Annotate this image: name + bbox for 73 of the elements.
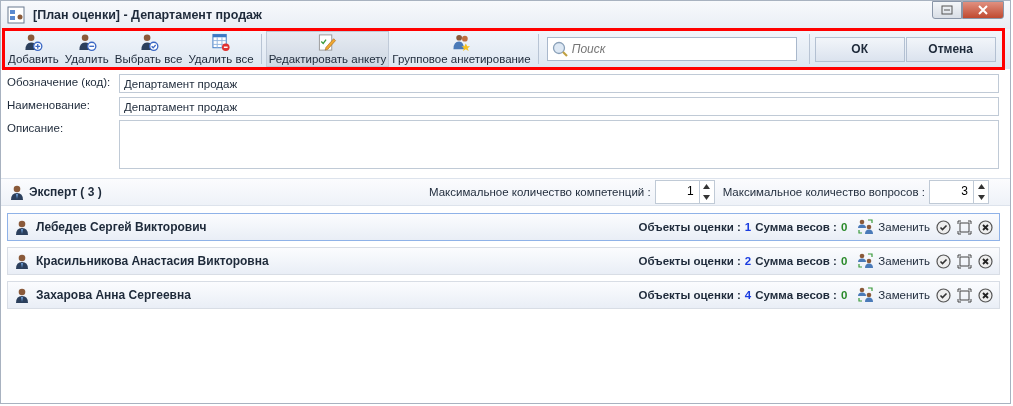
search-icon bbox=[551, 41, 568, 57]
stat-label: Сумма весов : bbox=[755, 221, 837, 233]
restore-button[interactable] bbox=[932, 1, 962, 19]
table-delete-icon bbox=[211, 33, 231, 52]
close-circle-icon[interactable] bbox=[978, 253, 993, 269]
toolbar-button[interactable]: Групповое анкетирование bbox=[389, 31, 534, 67]
person-remove-icon bbox=[76, 33, 97, 52]
up-arrow-icon[interactable] bbox=[703, 184, 711, 189]
field-label: Обозначение (код): bbox=[7, 75, 112, 88]
stat-value: 1 bbox=[744, 221, 752, 233]
toolbar-button[interactable]: Добавить bbox=[5, 31, 62, 67]
person-icon bbox=[14, 219, 30, 235]
replace-button[interactable]: Заменить bbox=[857, 287, 930, 303]
person-icon bbox=[9, 184, 25, 200]
expert-row[interactable]: Красильникова Анастасия Викторовна Объекты оценки : 2 Сумма весов : 0 Заменить bbox=[7, 247, 1000, 275]
expand-icon[interactable] bbox=[957, 287, 972, 303]
text-field[interactable]: Департамент продаж bbox=[119, 74, 999, 93]
document-pencil-icon bbox=[317, 33, 338, 52]
expert-row[interactable]: Захарова Анна Сергеевна Объекты оценки : 4 Сумма весов : 0 Заменить bbox=[7, 281, 1000, 309]
expand-icon[interactable] bbox=[957, 219, 972, 235]
people-swap-icon bbox=[857, 219, 876, 235]
check-circle-icon[interactable] bbox=[936, 253, 951, 269]
stat-value: 0 bbox=[840, 289, 848, 301]
stat-value: 2 bbox=[744, 255, 752, 267]
dialog-button[interactable]: ОК bbox=[814, 36, 905, 62]
replace-button[interactable]: Заменить bbox=[857, 253, 930, 269]
people-swap-icon bbox=[857, 287, 876, 303]
person-check-icon bbox=[138, 33, 159, 52]
people-star-icon bbox=[451, 33, 472, 52]
stat-value: 4 bbox=[744, 289, 752, 301]
replace-button[interactable]: Заменить bbox=[857, 219, 930, 235]
expand-icon[interactable] bbox=[957, 253, 972, 269]
close-circle-icon[interactable] bbox=[978, 287, 993, 303]
section-title: Эксперт ( 3 ) bbox=[29, 185, 102, 199]
search-field[interactable]: Поиск bbox=[546, 37, 797, 61]
person-icon bbox=[14, 253, 30, 269]
restore-icon bbox=[941, 5, 953, 15]
up-arrow-icon[interactable] bbox=[977, 184, 985, 189]
text-field[interactable]: Департамент продаж bbox=[119, 97, 999, 116]
dialog-button[interactable]: Отмена bbox=[905, 36, 996, 62]
stat-value: 0 bbox=[840, 221, 848, 233]
stat-label: Сумма весов : bbox=[755, 255, 837, 267]
expert-row[interactable]: Лебедев Сергей Викторович Объекты оценки : 1 Сумма весов : 0 Заменить bbox=[7, 213, 1000, 241]
stat-value: 0 bbox=[840, 255, 848, 267]
stat-label: Объекты оценки : bbox=[638, 289, 741, 301]
people-swap-icon bbox=[857, 253, 876, 269]
number-spinner[interactable]: 3 bbox=[929, 180, 989, 204]
down-arrow-icon[interactable] bbox=[977, 195, 985, 200]
field-label: Наименование: bbox=[7, 98, 91, 111]
toolbar-button[interactable]: Удалить все bbox=[185, 31, 257, 67]
close-circle-icon[interactable] bbox=[978, 219, 993, 235]
spinner-label: Максимальное количество компетенций : bbox=[429, 186, 651, 198]
check-circle-icon[interactable] bbox=[936, 287, 951, 303]
close-icon bbox=[977, 5, 989, 15]
app-icon bbox=[7, 6, 25, 24]
person-icon bbox=[14, 287, 30, 303]
spinner-label: Максимальное количество вопросов : bbox=[722, 186, 925, 198]
number-spinner[interactable]: 1 bbox=[654, 180, 715, 204]
toolbar-button[interactable]: Удалить bbox=[61, 31, 112, 67]
stat-label: Объекты оценки : bbox=[638, 221, 741, 233]
window-title: [План оценки] - Департамент продаж bbox=[33, 8, 262, 22]
check-circle-icon[interactable] bbox=[936, 219, 951, 235]
stat-label: Сумма весов : bbox=[755, 289, 837, 301]
stat-label: Объекты оценки : bbox=[638, 255, 741, 267]
down-arrow-icon[interactable] bbox=[703, 195, 711, 200]
field-label: Описание: bbox=[7, 121, 65, 134]
expert-name: Лебедев Сергей Викторович bbox=[36, 220, 207, 234]
toolbar-button[interactable]: Выбрать все bbox=[111, 31, 186, 67]
expert-name: Захарова Анна Сергеевна bbox=[36, 288, 191, 302]
person-add-icon bbox=[23, 33, 44, 52]
expert-name: Красильникова Анастасия Викторовна bbox=[36, 254, 269, 268]
close-button[interactable] bbox=[962, 1, 1004, 19]
toolbar-button[interactable]: Редактировать анкету bbox=[265, 31, 390, 67]
